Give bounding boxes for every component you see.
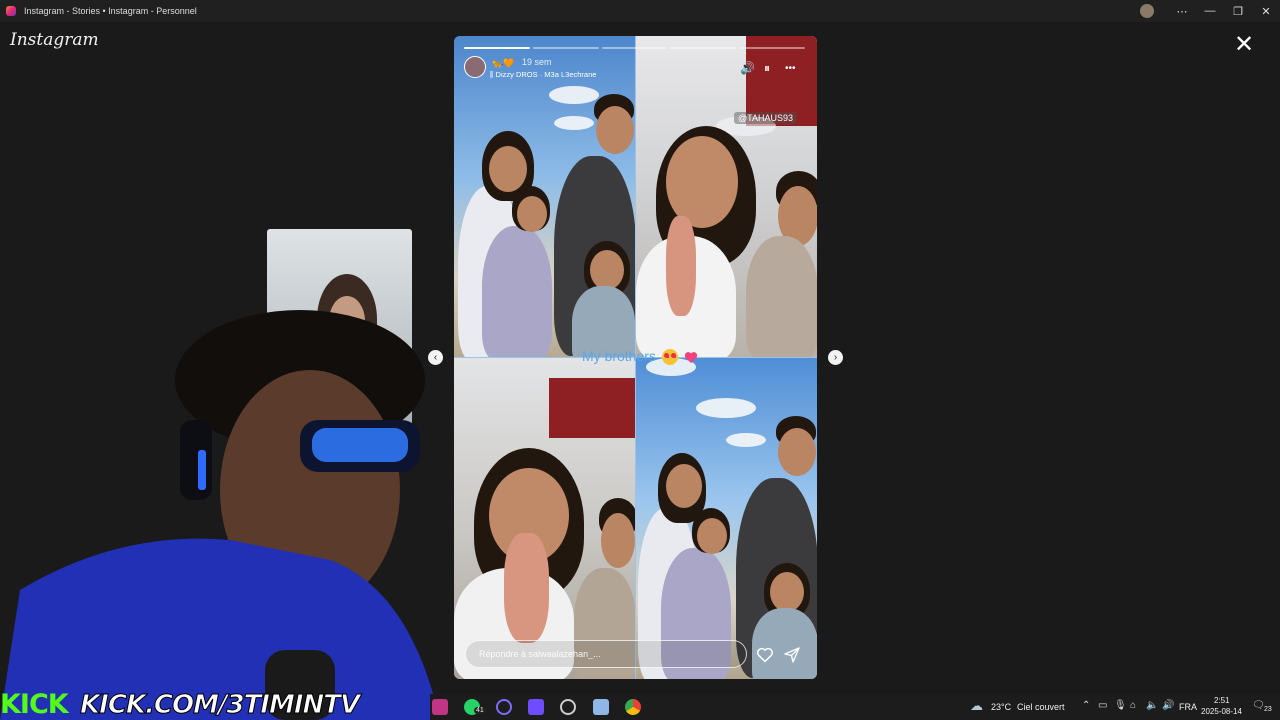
screen: Instagram - Stories • Instagram - Person…	[0, 0, 1280, 720]
progress-segment	[464, 47, 530, 49]
maximize-button[interactable]: ❐	[1224, 5, 1252, 18]
reply-input[interactable]	[465, 640, 747, 668]
progress-segment	[739, 47, 805, 49]
speaker-icon[interactable]: 🔈	[1146, 700, 1158, 711]
story-music-label[interactable]: ⫼ Dizzy DROS · M3a L3echrane	[490, 70, 596, 80]
headset-speaker-icon[interactable]: 🔊	[1162, 700, 1174, 711]
story-photo-1	[454, 36, 635, 357]
game-taskbar-icon[interactable]	[528, 699, 544, 715]
window-title: Instagram - Stories • Instagram - Person…	[24, 6, 197, 16]
close-stories-button[interactable]: ✕	[1234, 33, 1254, 57]
more-options-button[interactable]: ⋯	[1168, 5, 1196, 18]
story-author-avatar[interactable]	[464, 56, 486, 78]
story-photo-2	[636, 36, 817, 357]
chevron-up-icon[interactable]: ⌃	[1082, 700, 1090, 711]
clock-date[interactable]: 2025-08-14	[1201, 707, 1242, 716]
input-language[interactable]: FRA	[1179, 702, 1197, 712]
more-options-icon[interactable]: •••	[785, 63, 796, 74]
instagram-app-icon	[6, 6, 16, 16]
network-icon[interactable]: ⌂	[1130, 700, 1136, 711]
notification-count: 23	[1264, 706, 1272, 713]
heart-eyes-emoji-icon	[661, 349, 678, 366]
story-viewer[interactable]: 🐆🧡 19 sem ⫼ Dizzy DROS · M3a L3echrane 🔊…	[454, 36, 817, 679]
close-window-button[interactable]: ✕	[1252, 5, 1280, 18]
story-photo-4	[636, 358, 817, 679]
send-icon[interactable]	[783, 646, 801, 664]
weather-description[interactable]: Ciel couvert	[1017, 702, 1065, 712]
streamer-webcam	[0, 310, 440, 720]
notifications-icon[interactable]: 🗨	[1252, 700, 1265, 711]
settings-taskbar-icon[interactable]	[593, 699, 609, 715]
cortana-taskbar-icon[interactable]	[496, 699, 512, 715]
story-caption: My brothers	[582, 348, 698, 366]
microphone-icon[interactable]: 🎙	[1114, 700, 1127, 711]
chrome-taskbar-icon[interactable]	[625, 699, 641, 715]
minimize-button[interactable]: —	[1196, 5, 1224, 17]
instagram-logo[interactable]: Instagram	[10, 30, 99, 50]
story-timestamp: 19 sem	[522, 57, 552, 67]
weather-cloud-icon[interactable]: ☁	[970, 698, 983, 714]
media-player-taskbar-icon[interactable]	[560, 699, 576, 715]
mention-sticker[interactable]: @TAHAUS93	[734, 112, 797, 124]
profile-avatar[interactable]	[1140, 4, 1154, 18]
story-header: 🐆🧡 19 sem ⫼ Dizzy DROS · M3a L3echrane 🔊…	[464, 56, 809, 82]
instagram-taskbar-icon[interactable]	[432, 699, 448, 715]
kick-channel-url: KICK.COM/3TIMINTV	[79, 690, 360, 720]
story-username[interactable]: 🐆🧡	[492, 58, 514, 69]
clock-time[interactable]: 2:51	[1214, 696, 1230, 705]
caption-text: My brothers	[582, 348, 656, 364]
progress-segment	[601, 47, 668, 49]
window-titlebar: Instagram - Stories • Instagram - Person…	[0, 0, 1280, 22]
progress-segment	[532, 47, 599, 49]
pink-heart-emoji-icon	[684, 351, 698, 364]
story-photo-3	[454, 358, 635, 679]
weather-temperature[interactable]: 23°C	[991, 702, 1011, 712]
story-progress-bar	[464, 47, 805, 49]
pause-icon[interactable]: ⏸	[764, 61, 770, 76]
progress-segment	[670, 47, 737, 49]
kick-logo: KICK	[0, 689, 69, 720]
next-story-button[interactable]: ›	[828, 350, 843, 365]
heart-icon[interactable]	[756, 646, 774, 664]
music-title: Dizzy DROS · M3a L3echrane	[495, 70, 597, 79]
whatsapp-unread-badge: 41	[474, 707, 486, 714]
windows-taskbar: 41 ☁ 23°C Ciel couvert ⌃ ▭ 🎙 ⌂ 🔈 🔊 FRA 2…	[430, 694, 1280, 720]
sound-icon[interactable]: 🔊	[740, 61, 755, 75]
meet-now-icon[interactable]: ▭	[1098, 700, 1107, 711]
